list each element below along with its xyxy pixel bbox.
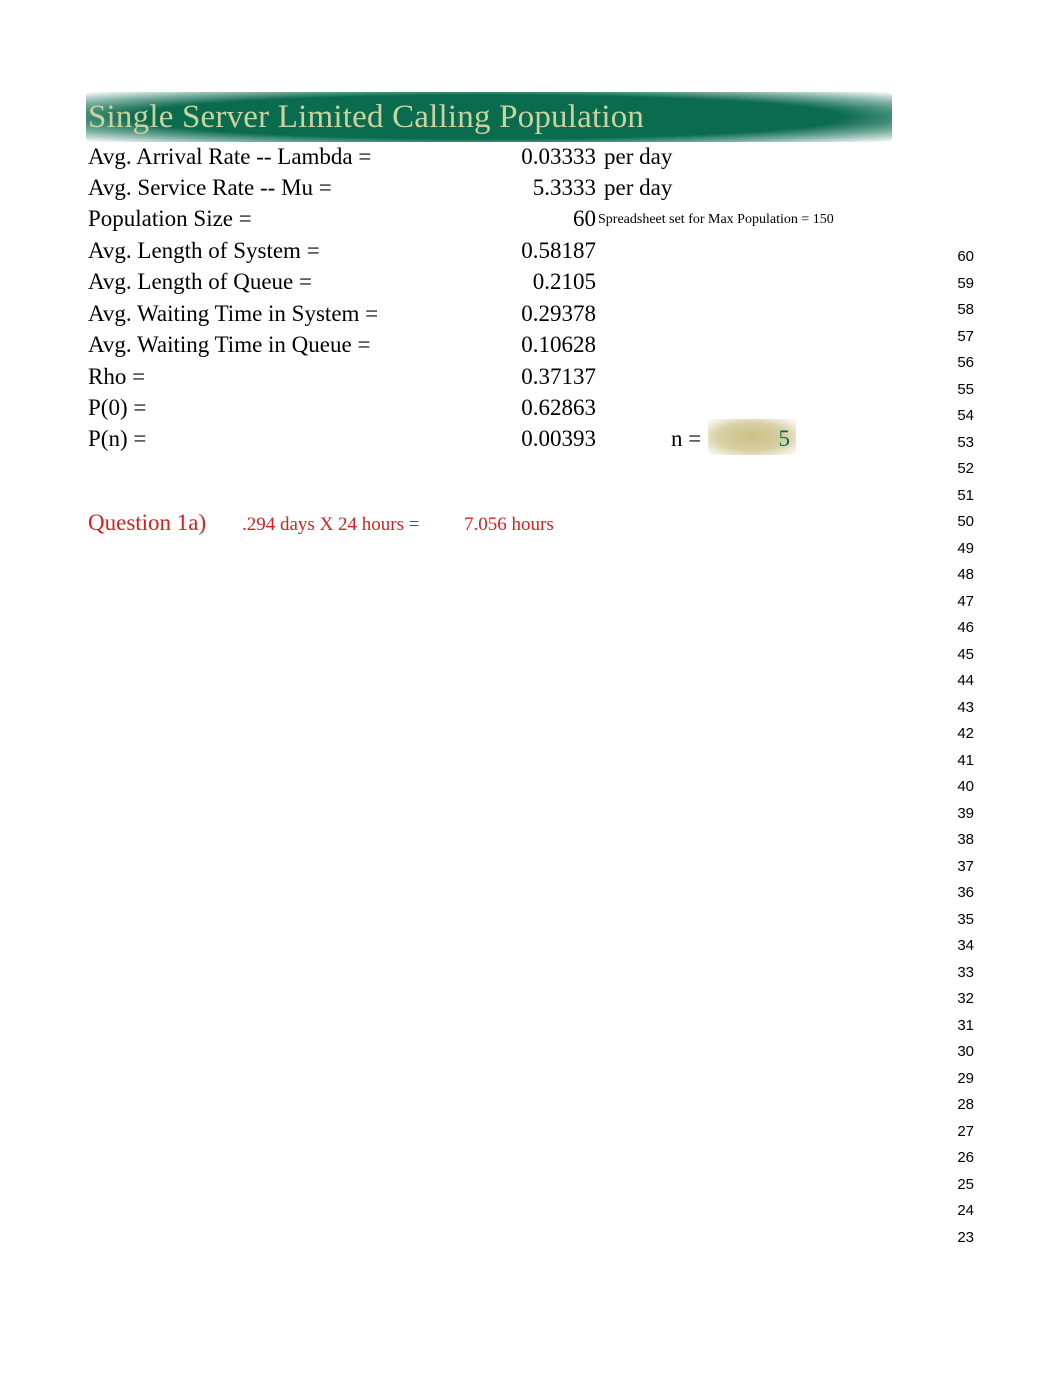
row-value[interactable]: 60 — [428, 203, 596, 234]
table-row: Avg. Service Rate -- Mu = 5.3333 per day — [88, 172, 948, 203]
index-value: 58 — [957, 301, 974, 318]
index-value: 48 — [957, 566, 974, 583]
table-row: Avg. Arrival Rate -- Lambda = 0.03333 pe… — [88, 141, 948, 172]
index-value: 36 — [957, 884, 974, 901]
index-value: 30 — [957, 1043, 974, 1060]
row-label: Avg. Waiting Time in Queue = — [88, 332, 371, 357]
index-value: 29 — [957, 1069, 974, 1087]
row-value: 0.29378 — [521, 301, 596, 326]
table-row: Rho = 0.37137 — [88, 361, 948, 392]
index-value: 34 — [957, 937, 974, 954]
table-row: Avg. Length of Queue = 0.2105 — [88, 266, 948, 297]
row-value: 0.37137 — [521, 364, 596, 389]
row-label: Avg. Length of System = — [88, 238, 320, 263]
index-value: 42 — [957, 725, 974, 742]
index-value: 52 — [957, 460, 974, 477]
index-value: 49 — [957, 539, 974, 557]
table-row: P(0) = 0.62863 — [88, 392, 948, 423]
index-value: 28 — [957, 1096, 974, 1113]
row-unit: per day — [604, 144, 673, 169]
index-value: 60 — [957, 248, 974, 265]
index-value: 46 — [957, 619, 974, 636]
index-value: 57 — [957, 327, 974, 345]
question-result: 7.056 hours — [464, 514, 554, 535]
row-value[interactable]: 5.3333 — [428, 172, 596, 203]
table-row: Avg. Waiting Time in Queue = 0.10628 — [88, 329, 948, 360]
index-column: 60 59 58 57 56 55 54 53 52 51 50 49 48 4… — [930, 244, 974, 1251]
row-label: P(0) = — [88, 395, 147, 420]
row-label: Population Size = — [88, 206, 252, 231]
row-label: Avg. Length of Queue = — [88, 269, 312, 294]
row-label: Avg. Waiting Time in System = — [88, 301, 379, 326]
row-label: Rho = — [88, 364, 146, 389]
index-value: 27 — [957, 1122, 974, 1140]
table-row: P(n) = 0.00393 n = 5 — [88, 419, 948, 455]
index-value: 55 — [957, 380, 974, 398]
row-label: Avg. Arrival Rate -- Lambda = — [88, 144, 372, 169]
row-unit: per day — [604, 175, 673, 200]
index-value: 23 — [957, 1228, 974, 1246]
index-value: 32 — [957, 990, 974, 1007]
index-value: 56 — [957, 354, 974, 371]
index-value: 25 — [957, 1175, 974, 1193]
row-label: P(n) = — [88, 426, 147, 451]
index-value: 54 — [957, 407, 974, 424]
index-value: 39 — [957, 804, 974, 822]
index-value: 38 — [957, 831, 974, 848]
row-value[interactable]: 0.03333 — [428, 141, 596, 172]
table-row: Population Size = 60 Spreadsheet set for… — [88, 203, 948, 234]
index-value: 59 — [957, 274, 974, 292]
index-value: 45 — [957, 645, 974, 663]
index-value: 51 — [957, 486, 974, 504]
index-value: 53 — [957, 433, 974, 451]
row-value: 0.62863 — [521, 395, 596, 420]
index-value: 26 — [957, 1149, 974, 1166]
index-value: 37 — [957, 857, 974, 875]
question-calculation: .294 days X 24 hours = — [242, 514, 420, 535]
row-value: 0.58187 — [521, 238, 596, 263]
index-value: 24 — [957, 1202, 974, 1219]
index-value: 35 — [957, 910, 974, 928]
table-row: Avg. Waiting Time in System = 0.29378 — [88, 298, 948, 329]
index-value: 40 — [957, 778, 974, 795]
index-value: 50 — [957, 513, 974, 530]
population-note: Spreadsheet set for Max Population = 150 — [598, 212, 834, 227]
row-value: 0.00393 — [521, 426, 596, 451]
index-value: 41 — [957, 751, 974, 769]
n-input[interactable]: 5 — [708, 423, 791, 454]
index-value: 31 — [957, 1016, 974, 1034]
row-value: 0.2105 — [532, 269, 596, 294]
question-label: Question 1a) — [88, 510, 207, 535]
table-row: Avg. Length of System = 0.58187 — [88, 235, 948, 266]
index-value: 44 — [957, 672, 974, 689]
row-label: Avg. Service Rate -- Mu = — [88, 175, 332, 200]
index-value: 33 — [957, 963, 974, 981]
index-value: 43 — [957, 698, 974, 716]
index-value: 47 — [957, 592, 974, 610]
n-label: n = — [671, 426, 702, 451]
row-value: 0.10628 — [521, 332, 596, 357]
page-title: Single Server Limited Calling Population — [88, 99, 645, 135]
